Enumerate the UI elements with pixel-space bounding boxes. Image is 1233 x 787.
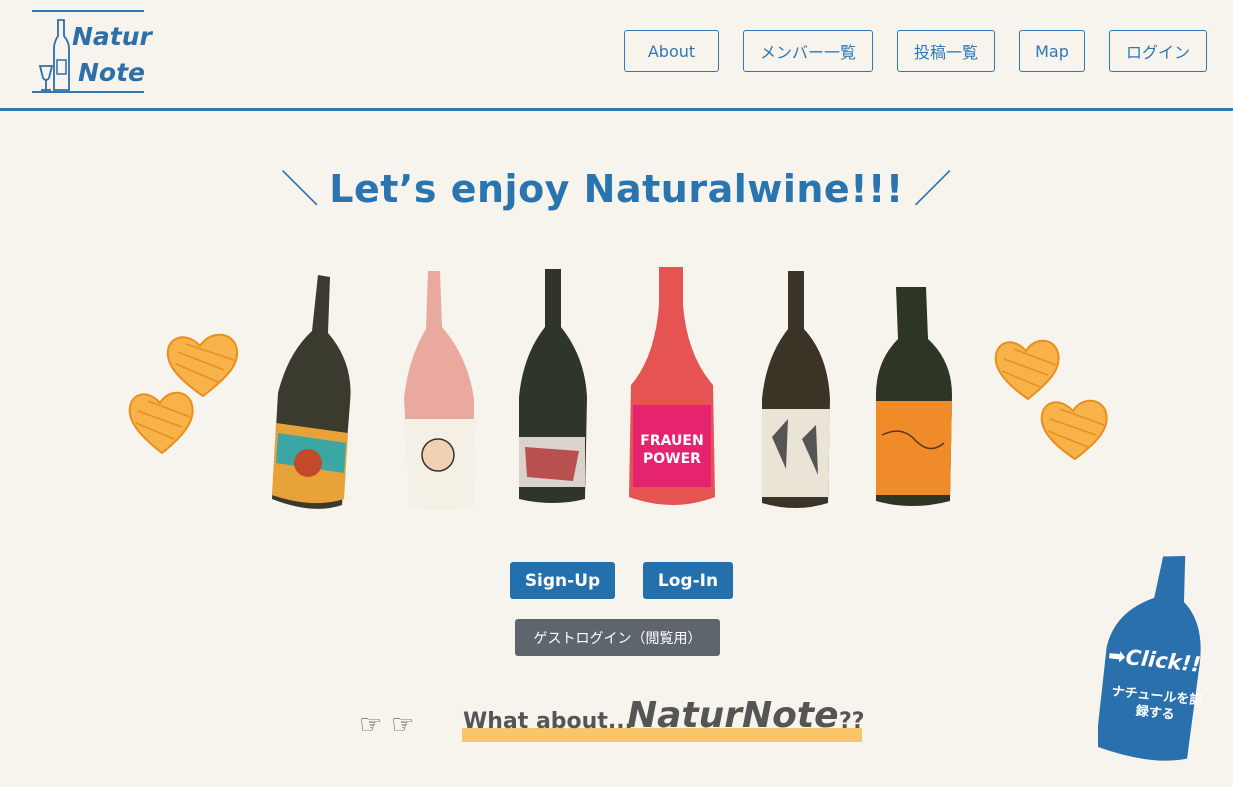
heart-icon bbox=[994, 339, 1060, 401]
wine-bottles-banner: FRAUEN POWER bbox=[120, 255, 1120, 525]
what-about-heading: ☞ ☞ What about... NaturNote ?? bbox=[355, 695, 875, 745]
slash-left: ＼ bbox=[280, 167, 320, 211]
wine-bottle-logo-icon bbox=[38, 19, 70, 91]
login-button[interactable]: Log-In bbox=[643, 562, 733, 599]
pointing-hand-icon: ☞ bbox=[391, 709, 415, 739]
nav-about-button[interactable]: About bbox=[624, 30, 719, 72]
nav-posts-button[interactable]: 投稿一覧 bbox=[897, 30, 995, 72]
wine-bottle-image bbox=[876, 287, 952, 506]
what-about-suffix: ?? bbox=[839, 709, 865, 734]
nav-members-button[interactable]: メンバー一覧 bbox=[743, 30, 873, 72]
record-wine-floating-button[interactable]: ➡Click!! ナチュールを記録する bbox=[1095, 550, 1208, 765]
site-logo[interactable]: Natur Note bbox=[32, 10, 152, 93]
header: Natur Note About メンバー一覧 投稿一覧 Map ログイン bbox=[0, 0, 1233, 111]
wine-bottle-image: FRAUEN POWER bbox=[629, 267, 715, 505]
nav-login-button[interactable]: ログイン bbox=[1109, 30, 1207, 72]
svg-text:POWER: POWER bbox=[643, 451, 701, 467]
heart-icon bbox=[128, 391, 194, 455]
pointing-hand-icon: ☞ bbox=[359, 709, 383, 739]
slash-right: ／ bbox=[913, 167, 953, 211]
svg-text:FRAUEN: FRAUEN bbox=[640, 433, 703, 449]
heart-icon bbox=[1040, 399, 1108, 461]
wine-bottle-image bbox=[404, 271, 476, 509]
wine-bottle-image bbox=[272, 275, 351, 509]
nav-map-button[interactable]: Map bbox=[1019, 30, 1085, 72]
guest-login-button[interactable]: ゲストログイン（閲覧用） bbox=[515, 619, 720, 656]
what-about-prefix: What about... bbox=[463, 709, 633, 734]
hero-title: ＼ Let’s enjoy Naturalwine!!! ／ bbox=[0, 158, 1233, 213]
logo-line-1: Natur bbox=[72, 22, 152, 51]
wine-bottle-image bbox=[519, 269, 587, 503]
what-about-brand: NaturNote bbox=[627, 695, 839, 736]
logo-line-2: Note bbox=[78, 58, 146, 87]
hero-title-text: Let’s enjoy Naturalwine!!! bbox=[329, 167, 904, 211]
wine-bottle-image bbox=[762, 271, 830, 508]
signup-button[interactable]: Sign-Up bbox=[510, 562, 615, 599]
